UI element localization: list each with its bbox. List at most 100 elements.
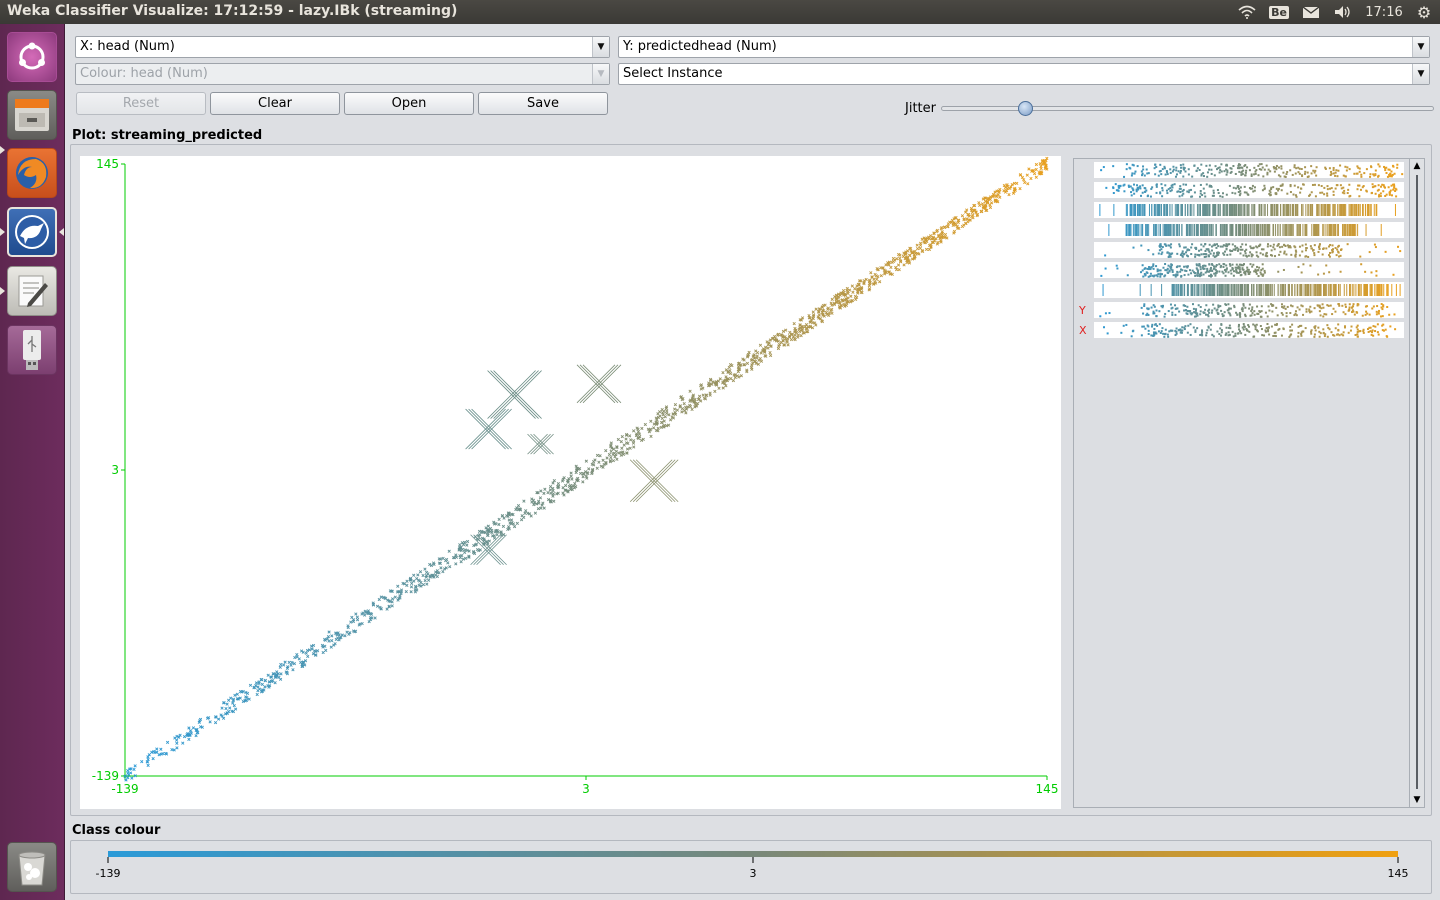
data-point[interactable] <box>632 429 636 433</box>
attribute-panel-scrollbar[interactable]: ▲ ▼ <box>1409 158 1425 808</box>
data-point[interactable] <box>758 343 763 347</box>
data-point[interactable] <box>273 681 277 685</box>
data-point[interactable] <box>682 401 686 406</box>
jitter-slider-thumb[interactable] <box>1017 101 1033 116</box>
data-point[interactable] <box>229 696 233 700</box>
data-point[interactable] <box>421 583 426 587</box>
data-point[interactable] <box>617 451 621 455</box>
data-point[interactable] <box>297 657 301 661</box>
data-point[interactable] <box>543 487 547 491</box>
jitter-slider-track[interactable] <box>941 106 1434 111</box>
data-point[interactable] <box>988 205 993 210</box>
data-point[interactable] <box>439 566 443 570</box>
data-point[interactable] <box>745 361 750 365</box>
files-icon[interactable] <box>7 90 57 140</box>
data-point[interactable] <box>291 668 295 672</box>
data-point[interactable] <box>522 499 526 503</box>
data-point[interactable] <box>542 506 546 510</box>
data-point[interactable] <box>551 488 555 493</box>
data-point[interactable] <box>289 663 293 667</box>
data-point[interactable] <box>417 579 422 583</box>
data-point[interactable] <box>960 224 965 229</box>
data-point[interactable] <box>232 704 236 708</box>
data-point[interactable] <box>684 411 688 415</box>
data-point[interactable] <box>321 650 325 655</box>
attribute-bars-svg[interactable]: YX <box>1074 159 1409 807</box>
data-point[interactable] <box>539 489 543 493</box>
data-point[interactable] <box>524 509 528 513</box>
data-point[interactable] <box>512 524 517 529</box>
data-point[interactable] <box>464 556 468 561</box>
data-point[interactable] <box>632 439 636 443</box>
data-point[interactable] <box>539 506 543 510</box>
outlier-mark[interactable] <box>629 459 679 503</box>
data-point[interactable] <box>329 645 333 649</box>
data-point[interactable] <box>998 195 1002 199</box>
data-point[interactable] <box>299 660 303 665</box>
data-point[interactable] <box>551 494 555 498</box>
data-point[interactable] <box>170 747 174 752</box>
data-point[interactable] <box>187 737 191 742</box>
data-point[interactable] <box>396 584 400 588</box>
data-point[interactable] <box>915 247 920 251</box>
data-point[interactable] <box>649 434 653 438</box>
data-point[interactable] <box>458 543 462 547</box>
data-point[interactable] <box>776 346 781 351</box>
attribute-row[interactable] <box>1094 182 1404 198</box>
data-point[interactable] <box>290 660 294 665</box>
data-point[interactable] <box>662 419 666 423</box>
data-point[interactable] <box>304 651 308 655</box>
data-point[interactable] <box>998 187 1002 192</box>
data-point[interactable] <box>609 455 613 460</box>
data-point[interactable] <box>497 522 501 527</box>
data-point[interactable] <box>393 595 397 599</box>
data-point[interactable] <box>737 375 741 379</box>
data-point[interactable] <box>849 294 853 298</box>
data-points[interactable] <box>123 156 1049 782</box>
data-point[interactable] <box>731 378 736 383</box>
data-point[interactable] <box>581 475 585 479</box>
data-point[interactable] <box>717 386 721 390</box>
data-point[interactable] <box>155 747 159 751</box>
data-point[interactable] <box>260 682 264 686</box>
data-point[interactable] <box>853 287 857 291</box>
data-point[interactable] <box>182 735 187 739</box>
data-point[interactable] <box>441 556 445 561</box>
data-point[interactable] <box>749 365 754 369</box>
data-point[interactable] <box>658 410 662 414</box>
data-point[interactable] <box>418 570 423 574</box>
data-point[interactable] <box>729 377 733 381</box>
data-point[interactable] <box>355 615 359 619</box>
data-point[interactable] <box>423 567 427 571</box>
data-point[interactable] <box>595 453 600 458</box>
data-point[interactable] <box>728 371 733 376</box>
data-point[interactable] <box>282 663 286 667</box>
data-point[interactable] <box>459 560 463 564</box>
data-point[interactable] <box>673 402 678 407</box>
data-point[interactable] <box>579 471 583 476</box>
data-point[interactable] <box>542 491 546 495</box>
data-point[interactable] <box>248 683 253 687</box>
data-point[interactable] <box>132 767 136 771</box>
data-point[interactable] <box>140 759 144 764</box>
data-point[interactable] <box>620 434 624 439</box>
data-point[interactable] <box>980 202 985 206</box>
data-point[interactable] <box>477 529 482 534</box>
data-point[interactable] <box>786 343 790 347</box>
data-point[interactable] <box>375 604 380 608</box>
data-point[interactable] <box>333 642 337 646</box>
data-point[interactable] <box>306 654 310 659</box>
data-point[interactable] <box>667 413 671 417</box>
data-point[interactable] <box>1034 162 1039 167</box>
save-button[interactable]: Save <box>478 92 608 115</box>
outlier-mark[interactable] <box>527 433 554 455</box>
attribute-row[interactable] <box>1094 162 1404 178</box>
data-point[interactable] <box>463 540 467 544</box>
outlier-mark[interactable] <box>576 364 622 404</box>
data-point[interactable] <box>781 329 786 334</box>
data-point[interactable] <box>175 738 179 742</box>
volume-icon[interactable] <box>1332 3 1354 21</box>
data-point[interactable] <box>624 437 628 441</box>
data-point[interactable] <box>445 557 449 562</box>
data-point[interactable] <box>519 518 524 522</box>
